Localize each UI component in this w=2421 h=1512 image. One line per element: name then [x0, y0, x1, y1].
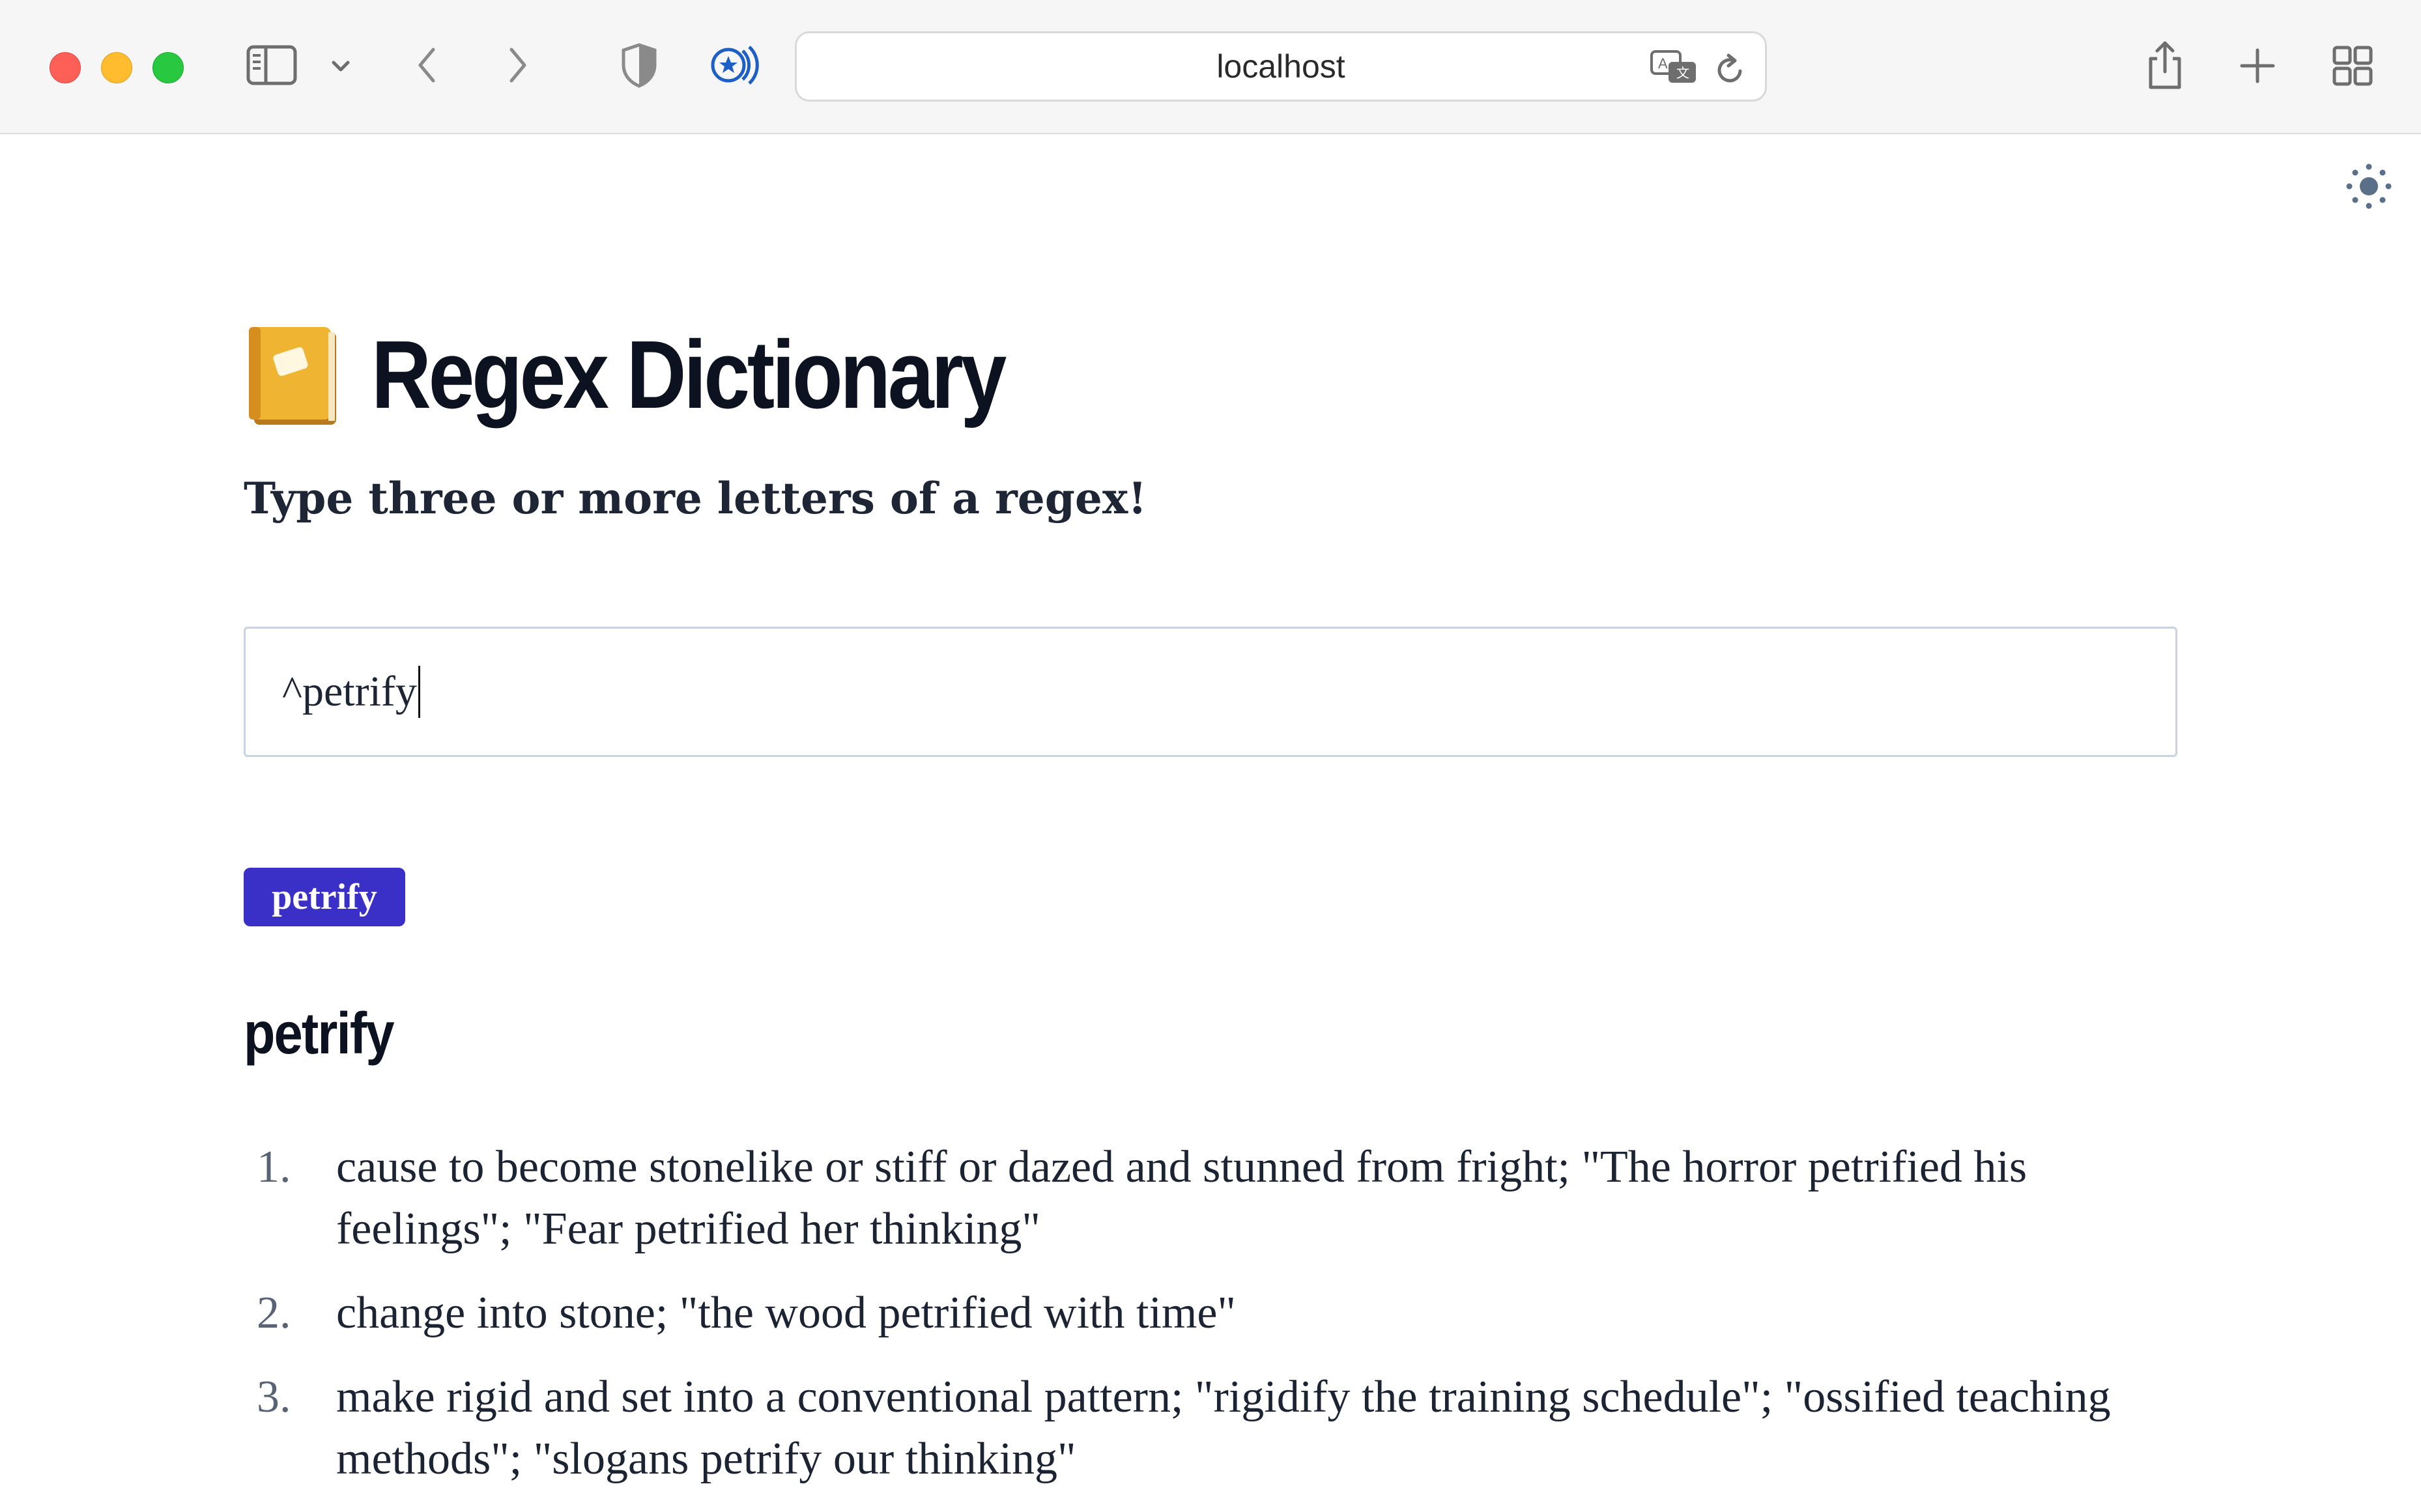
definition-item: 3. make rigid and set into a conventiona… [244, 1366, 2172, 1490]
result-tag-petrify[interactable]: petrify [244, 868, 405, 926]
shield-icon[interactable] [616, 40, 662, 90]
browser-toolbar: localhost A文 [0, 0, 2421, 134]
reload-icon[interactable] [1712, 50, 1748, 87]
forward-icon[interactable] [502, 42, 534, 89]
definition-text: change into stone; "the wood petrified w… [336, 1288, 1236, 1338]
address-bar[interactable]: localhost A文 [795, 31, 1767, 102]
chevron-down-icon[interactable] [324, 53, 357, 79]
book-icon [245, 323, 343, 427]
page-title: Regex Dictionary [371, 321, 1007, 429]
theme-toggle-sun-icon[interactable] [2343, 160, 2395, 212]
page-subtitle: Type three or more letters of a regex! [244, 473, 1147, 524]
page-content: Regex Dictionary Type three or more lett… [0, 134, 2421, 1484]
svg-text:文: 文 [1676, 66, 1689, 81]
extension-icon[interactable] [708, 40, 762, 90]
definition-item: 2. change into stone; "the wood petrifie… [244, 1282, 2172, 1344]
url-text: localhost [1216, 48, 1345, 85]
definition-number: 3. [257, 1372, 291, 1422]
zoom-window-button[interactable] [152, 52, 184, 83]
svg-text:A: A [1658, 55, 1668, 72]
share-icon[interactable] [2142, 38, 2188, 93]
definition-list: 1. cause to become stonelike or stiff or… [244, 1136, 2172, 1512]
definition-number: 2. [257, 1288, 291, 1338]
regex-search-input[interactable]: ^petrify [244, 627, 2177, 757]
definition-item: 1. cause to become stonelike or stiff or… [244, 1136, 2172, 1260]
header: Regex Dictionary [245, 317, 1107, 434]
text-cursor [418, 666, 420, 718]
definition-number: 1. [257, 1142, 291, 1192]
tab-overview-icon[interactable] [2330, 43, 2375, 89]
translate-icon[interactable]: A文 [1648, 49, 1700, 85]
entry-word: petrify [244, 1001, 394, 1066]
new-tab-icon[interactable] [2235, 43, 2280, 89]
search-input-value: ^petrify [282, 668, 417, 715]
sidebar-icon[interactable] [245, 42, 298, 89]
back-icon[interactable] [410, 42, 443, 89]
definition-text: cause to become stonelike or stiff or da… [336, 1142, 2027, 1254]
minimize-window-button[interactable] [101, 52, 132, 83]
close-window-button[interactable] [50, 52, 81, 83]
definition-text: make rigid and set into a conventional p… [336, 1372, 2111, 1484]
